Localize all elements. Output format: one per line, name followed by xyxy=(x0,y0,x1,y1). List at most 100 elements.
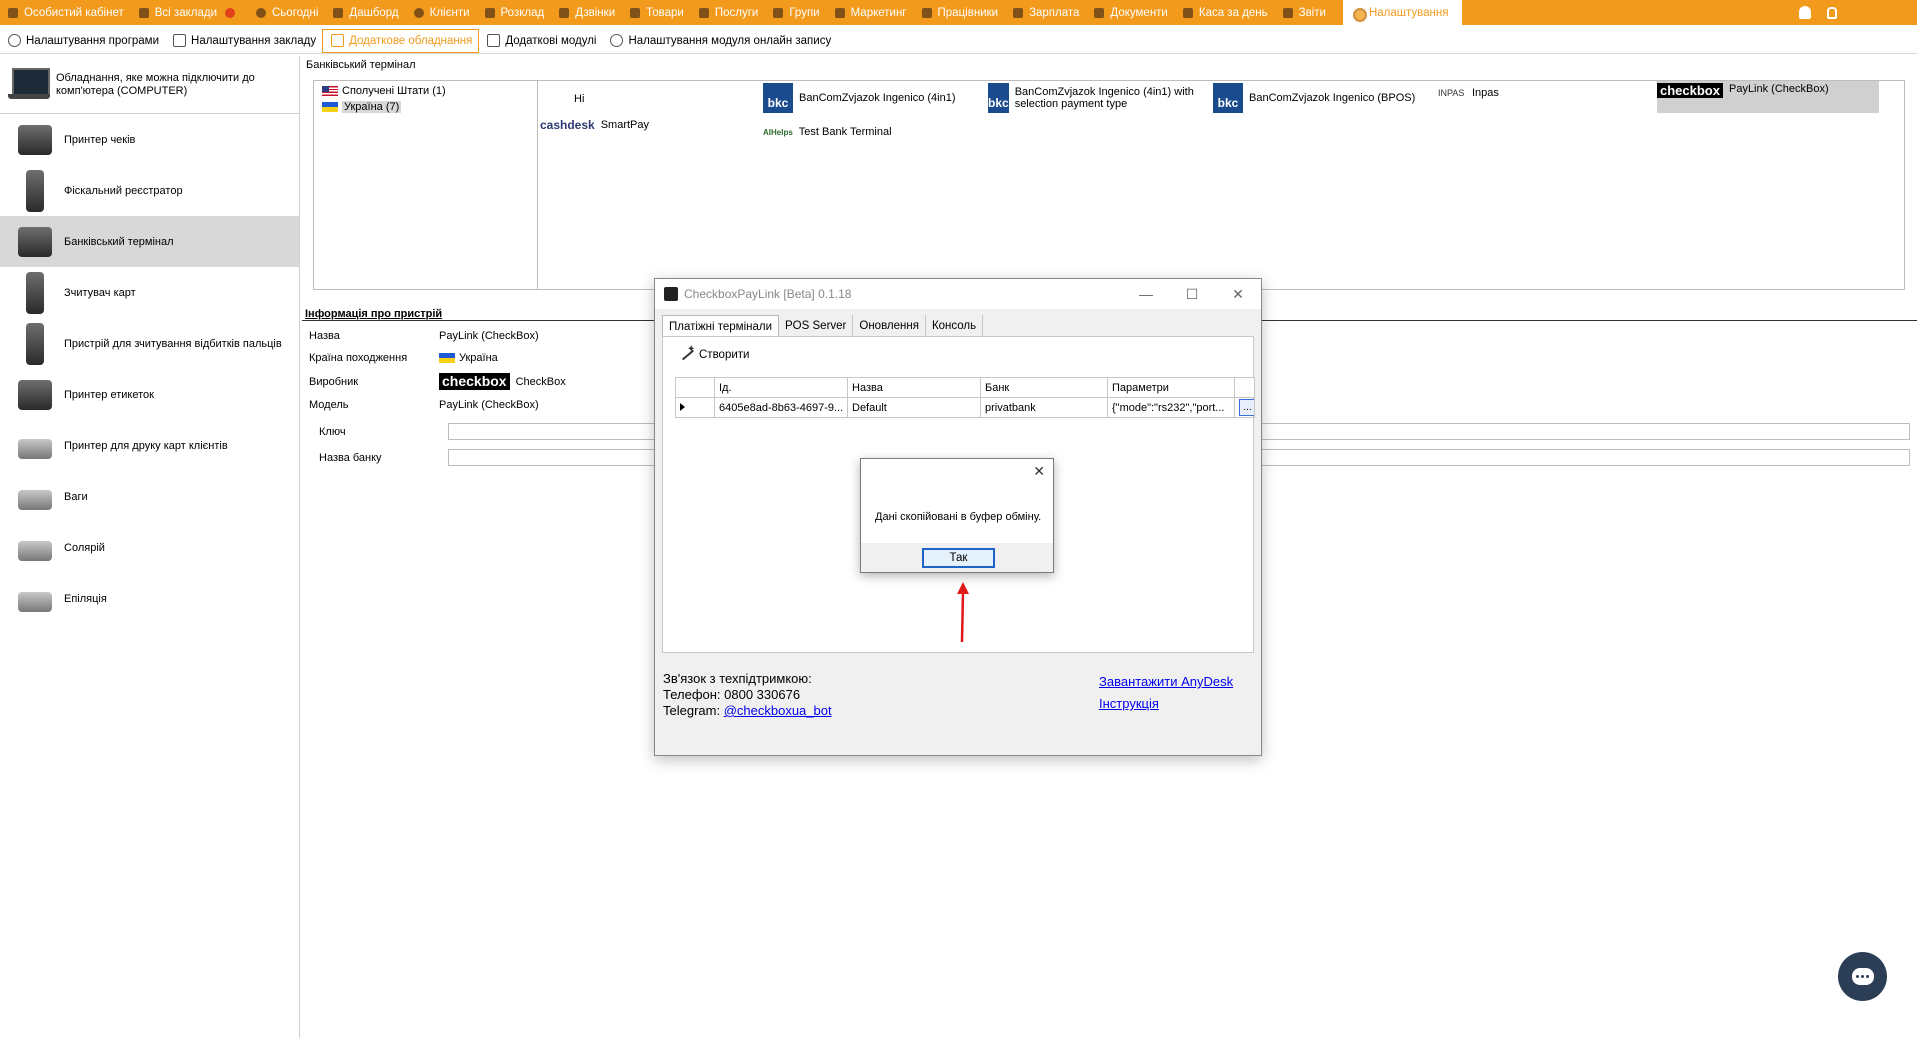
device-bank-terminal[interactable]: Банківський термінал xyxy=(0,216,299,267)
nav-marketing[interactable]: Маркетинг xyxy=(827,0,914,25)
download-anydesk-link[interactable]: Завантажити AnyDesk xyxy=(1099,674,1233,689)
terminal-inpas[interactable]: INPAS Inpas xyxy=(1438,87,1499,99)
tab-additional-modules[interactable]: Додаткові модулі xyxy=(479,29,602,53)
app-icon xyxy=(664,287,678,301)
magic-wand-icon xyxy=(679,344,695,363)
schedule-icon xyxy=(483,6,497,20)
nav-reports[interactable]: Звіти xyxy=(1275,0,1333,25)
cell-params[interactable]: {"mode":"rs232","port... xyxy=(1107,397,1235,418)
tab-payment-terminals[interactable]: Платіжні термінали xyxy=(662,315,780,337)
nav-services[interactable]: Послуги xyxy=(691,0,766,25)
nav-goods[interactable]: Товари xyxy=(622,0,691,25)
nav-clients[interactable]: Клієнти xyxy=(406,0,477,25)
lock-icon[interactable] xyxy=(1827,6,1837,19)
country-item-us[interactable]: Сполучені Штати (1) xyxy=(314,83,537,99)
column-header-params[interactable]: Параметри xyxy=(1107,377,1235,398)
close-button[interactable]: ✕ xyxy=(1215,279,1261,309)
device-card-reader[interactable]: Зчитувач карт xyxy=(0,267,299,318)
info-value-model: PayLink (CheckBox) xyxy=(439,399,539,411)
nav-label: Клієнти xyxy=(429,6,470,19)
close-icon[interactable]: ✕ xyxy=(1033,463,1045,480)
aihelps-logo: AIHelps xyxy=(763,127,793,137)
maximize-button[interactable]: ☐ xyxy=(1169,279,1215,309)
device-label-printer[interactable]: Принтер етикеток xyxy=(0,369,299,420)
row-selector-header xyxy=(675,377,715,398)
calls-icon xyxy=(557,6,571,20)
nav-cashbox[interactable]: Каса за день xyxy=(1175,0,1275,25)
printer-icon xyxy=(331,34,345,47)
create-button[interactable]: Створити xyxy=(679,344,749,363)
nav-label: Товари xyxy=(646,6,684,19)
device-label: Принтер для друку карт клієнтів xyxy=(64,439,228,452)
cell-name[interactable]: Default xyxy=(847,397,981,418)
nav-today[interactable]: Сьогодні xyxy=(248,0,325,25)
goods-icon xyxy=(628,6,642,20)
top-navigation-bar: Особистий кабінет Всі заклади Сьогодні Д… xyxy=(0,0,1917,25)
device-scales[interactable]: Ваги xyxy=(0,471,299,522)
laptop-icon xyxy=(8,67,50,102)
nav-employees[interactable]: Працівники xyxy=(914,0,1006,25)
inpas-logo: INPAS xyxy=(1438,88,1465,98)
column-header-bank[interactable]: Банк xyxy=(980,377,1108,398)
nav-settings[interactable]: Налаштування xyxy=(1342,0,1463,25)
terminal-bancomzvjazok-4in1[interactable]: bkc BanComZvjazok Ingenico (4in1) xyxy=(763,83,956,113)
terminal-test-bank[interactable]: AIHelps Test Bank Terminal xyxy=(763,126,892,138)
support-telegram: Telegram: @checkboxua_bot xyxy=(663,703,832,719)
tab-console[interactable]: Консоль xyxy=(926,315,984,337)
column-header-name[interactable]: Назва xyxy=(847,377,981,398)
tab-online-booking[interactable]: Налаштування модуля онлайн запису xyxy=(602,29,837,53)
nav-schedule[interactable]: Розклад xyxy=(477,0,552,25)
tab-pos-server[interactable]: POS Server xyxy=(779,315,854,337)
gear-icon xyxy=(1351,6,1365,20)
nav-salary[interactable]: Зарплата xyxy=(1005,0,1086,25)
nav-label: Особистий кабінет xyxy=(24,6,124,19)
tab-additional-equipment[interactable]: Додаткове обладнання xyxy=(322,28,480,53)
tab-label: Додаткові модулі xyxy=(505,34,597,47)
bell-icon[interactable] xyxy=(1799,6,1811,19)
nav-dashboard[interactable]: Дашборд xyxy=(325,0,405,25)
services-icon xyxy=(697,6,711,20)
support-phone: Телефон: 0800 330676 xyxy=(663,687,801,702)
table-row[interactable]: 6405e8ad-8b63-4697-9... Default privatba… xyxy=(675,397,1255,418)
tab-program-settings[interactable]: Налаштування програми xyxy=(0,29,165,53)
terminal-bancomzvjazok-4in1-select[interactable]: bkc BanComZvjazok Ingenico (4in1) with se… xyxy=(988,83,1208,113)
tab-updates[interactable]: Оновлення xyxy=(853,315,926,337)
device-card-printer[interactable]: Принтер для друку карт клієнтів xyxy=(0,420,299,471)
dialog-tabs: Платіжні термінали POS Server Оновлення … xyxy=(662,315,984,337)
terminal-smartpay[interactable]: cashdesk SmartPay xyxy=(540,118,649,132)
tab-label: Налаштування програми xyxy=(26,34,160,47)
row-selector[interactable] xyxy=(675,397,715,418)
params-edit-button[interactable]: ... xyxy=(1239,399,1254,416)
cell-bank[interactable]: privatbank xyxy=(980,397,1108,418)
device-label: Зчитувач карт xyxy=(64,286,136,299)
terminal-name: BanComZvjazok Ingenico (4in1) with selec… xyxy=(1014,86,1194,110)
cabinet-icon xyxy=(6,6,20,20)
terminal-hi[interactable]: Hi xyxy=(574,93,584,105)
column-header-id[interactable]: Ід. xyxy=(714,377,848,398)
minimize-button[interactable]: — xyxy=(1123,279,1169,309)
device-epilation[interactable]: Епіляція xyxy=(0,573,299,624)
telegram-link[interactable]: @checkboxua_bot xyxy=(724,703,832,718)
country-label: Україна (7) xyxy=(342,101,402,113)
terminal-bancomzvjazok-bpos[interactable]: bkc BanComZvjazok Ingenico (BPOS) xyxy=(1213,83,1415,113)
chat-support-button[interactable] xyxy=(1838,952,1887,1001)
us-flag-icon xyxy=(322,86,338,96)
window-titlebar[interactable]: CheckboxPayLink [Beta] 0.1.18 — ☐ ✕ xyxy=(655,279,1261,309)
nav-calls[interactable]: Дзвінки xyxy=(551,0,622,25)
nav-documents[interactable]: Документи xyxy=(1086,0,1174,25)
nav-groups[interactable]: Групи xyxy=(765,0,826,25)
bkc-logo: bkc xyxy=(1213,83,1243,113)
country-item-ukraine[interactable]: Україна (7) xyxy=(314,99,537,115)
tab-venue-settings[interactable]: Налаштування закладу xyxy=(165,29,322,53)
computer-label: Обладнання, яке можна підключити до комп… xyxy=(56,71,255,97)
nav-cabinet[interactable]: Особистий кабінет xyxy=(0,0,131,25)
device-fiscal-registrar[interactable]: Фіскальний реєстратор xyxy=(0,165,299,216)
instruction-link[interactable]: Інструкція xyxy=(1099,696,1159,711)
device-solarium[interactable]: Солярій xyxy=(0,522,299,573)
nav-all-venues[interactable]: Всі заклади xyxy=(131,0,248,25)
cell-id[interactable]: 6405e8ad-8b63-4697-9... xyxy=(714,397,848,418)
ok-button[interactable]: Так xyxy=(922,548,995,568)
terminal-paylink-checkbox[interactable]: checkbox PayLink (CheckBox) xyxy=(1657,81,1879,113)
device-fingerprint-reader[interactable]: Пристрій для зчитування відбитків пальці… xyxy=(0,318,299,369)
device-receipt-printer[interactable]: Принтер чеків xyxy=(0,114,299,165)
